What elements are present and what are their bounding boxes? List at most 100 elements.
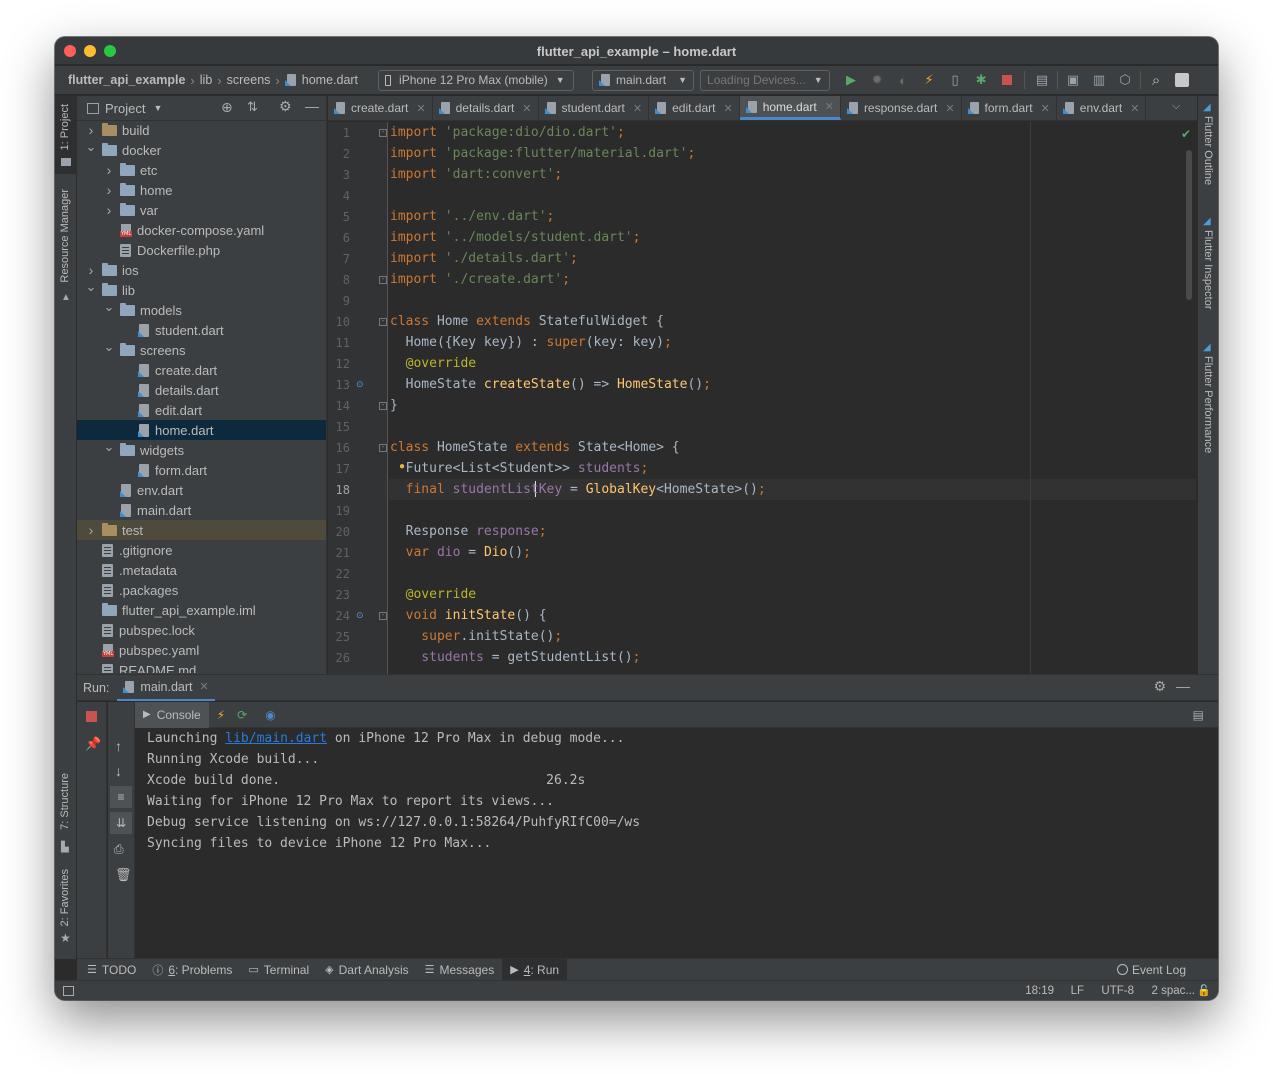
debug-bug-icon[interactable]: ✱: [968, 69, 994, 91]
tree-item[interactable]: › home: [77, 180, 326, 200]
tree-item[interactable]: ⌄ screens: [77, 339, 326, 360]
tree-item[interactable]: flutter_api_example.iml: [77, 600, 326, 620]
devtools-icon[interactable]: ◉: [265, 708, 275, 722]
soft-wrap-icon[interactable]: ≡: [110, 786, 132, 808]
close-icon[interactable]: ✕: [200, 680, 209, 693]
project-structure-icon[interactable]: ▤: [1029, 69, 1055, 91]
search-icon[interactable]: ⌕: [1143, 69, 1169, 91]
tree-item[interactable]: create.dart: [77, 360, 326, 380]
tree-item[interactable]: details.dart: [77, 380, 326, 400]
caret-position[interactable]: 18:19: [1025, 985, 1054, 997]
close-icon[interactable]: ✕: [1041, 102, 1050, 115]
chevron-down-icon[interactable]: ⌄: [103, 299, 115, 315]
project-tool-tab[interactable]: 1: Project: [55, 96, 77, 174]
hide-panel-icon[interactable]: —: [1176, 678, 1190, 694]
chevron-right-icon[interactable]: ›: [85, 262, 97, 278]
device-manager-icon[interactable]: ▥: [1086, 69, 1112, 91]
tree-item[interactable]: Dockerfile.php: [77, 240, 326, 260]
event-log-button[interactable]: Event Log: [1116, 963, 1186, 977]
tool-dartanalysis-button[interactable]: ◈ Dart Analysis: [317, 959, 417, 981]
tree-item[interactable]: README.md: [77, 660, 326, 673]
fold-marker-icon[interactable]: -: [379, 612, 387, 620]
override-marker-icon[interactable]: ⊙: [356, 610, 364, 621]
chevron-down-icon[interactable]: ⌄: [103, 439, 115, 455]
attach-debugger-button[interactable]: ◐: [890, 69, 916, 91]
close-icon[interactable]: ✕: [522, 102, 531, 115]
device-selector[interactable]: iPhone 12 Pro Max (mobile) ▼: [378, 69, 575, 91]
flutter-inspector-tab[interactable]: Flutter Inspector: [1202, 230, 1214, 309]
tab-response-dart[interactable]: response.dart ✕: [841, 96, 962, 120]
tree-item[interactable]: main.dart: [77, 500, 326, 520]
fold-marker-icon[interactable]: -: [379, 318, 387, 326]
pin-icon[interactable]: 📌: [85, 736, 101, 752]
chevron-right-icon[interactable]: ›: [103, 202, 115, 218]
chevron-down-icon[interactable]: ⌄: [85, 139, 97, 155]
toggle-tool-windows-icon[interactable]: [63, 985, 74, 996]
resource-manager-tab[interactable]: Resource Manager: [59, 189, 71, 283]
tree-item[interactable]: ⌄ docker: [77, 139, 326, 160]
flutter-outline-tab[interactable]: Flutter Outline: [1202, 116, 1214, 185]
tab-edit-dart[interactable]: edit.dart ✕: [649, 96, 740, 120]
sdk-manager-icon[interactable]: ⬡: [1112, 69, 1138, 91]
fold-marker-icon[interactable]: -: [379, 276, 387, 284]
hot-reload-icon[interactable]: ⚡: [217, 708, 225, 722]
indent-setting[interactable]: 2 spac...: [1152, 985, 1195, 997]
tab-env-dart[interactable]: env.dart ✕: [1057, 96, 1147, 120]
tree-item[interactable]: ⌄ models: [77, 299, 326, 320]
chevron-down-icon[interactable]: ⌄: [85, 279, 97, 295]
tree-item[interactable]: edit.dart: [77, 400, 326, 420]
chevron-down-icon[interactable]: ▼: [153, 103, 162, 113]
tree-item[interactable]: › ios: [77, 260, 326, 280]
tree-item[interactable]: › test: [77, 520, 326, 540]
close-icon[interactable]: ✕: [825, 100, 834, 113]
run-button[interactable]: ▶: [838, 69, 864, 91]
tree-item[interactable]: › etc: [77, 160, 326, 180]
favorites-tab[interactable]: 2: Favorites: [59, 869, 71, 926]
breadcrumb-project[interactable]: flutter_api_example: [68, 73, 185, 87]
tool-terminal-button[interactable]: ▭ Terminal: [240, 959, 317, 981]
tree-item[interactable]: .gitignore: [77, 540, 326, 560]
line-separator[interactable]: LF: [1071, 985, 1084, 997]
tree-item[interactable]: env.dart: [77, 480, 326, 500]
hide-panel-icon[interactable]: —: [305, 98, 319, 114]
stop-button[interactable]: [86, 711, 97, 722]
tree-item[interactable]: › build: [77, 121, 326, 140]
close-icon[interactable]: ✕: [1130, 102, 1139, 115]
tree-item[interactable]: pubspec.yaml: [77, 640, 326, 660]
flutter-performance-tab[interactable]: Flutter Performance: [1202, 356, 1214, 453]
tab-details-dart[interactable]: details.dart ✕: [433, 96, 539, 120]
gear-icon[interactable]: ⚙: [279, 98, 292, 115]
tree-item[interactable]: .metadata: [77, 560, 326, 580]
tree-item[interactable]: docker-compose.yaml: [77, 220, 326, 240]
hot-restart-icon[interactable]: ▯: [942, 69, 968, 91]
tool-todo-button[interactable]: ☰ TODO: [79, 959, 144, 981]
code-editor[interactable]: ● ✔ 1- import 'package:dio/dio.dart'; 2 imp…: [328, 122, 1196, 674]
close-icon[interactable]: ✕: [945, 102, 954, 115]
trash-icon[interactable]: 🗑: [115, 867, 132, 883]
tree-item[interactable]: › var: [77, 200, 326, 220]
arrow-down-icon[interactable]: ↓: [115, 763, 122, 779]
chevron-right-icon[interactable]: ›: [103, 162, 115, 178]
tree-item[interactable]: ⌄ widgets: [77, 439, 326, 460]
fold-marker-icon[interactable]: -: [379, 402, 387, 410]
breadcrumb-file[interactable]: home.dart: [302, 73, 358, 87]
project-view-title[interactable]: Project: [105, 101, 145, 116]
layout-icon[interactable]: ▤: [1193, 708, 1204, 722]
tree-item[interactable]: home.dart: [77, 420, 326, 440]
tree-item[interactable]: pubspec.lock: [77, 620, 326, 640]
hot-restart-icon[interactable]: ⟳: [237, 708, 247, 722]
run-config-selector[interactable]: main.dart ▼: [592, 69, 695, 91]
print-icon[interactable]: ⎙: [114, 842, 124, 857]
close-icon[interactable]: ✕: [416, 102, 425, 115]
avd-manager-icon[interactable]: ▣: [1060, 69, 1086, 91]
override-marker-icon[interactable]: ⊙: [356, 379, 364, 390]
run-config-tab[interactable]: main.dart ✕: [117, 675, 215, 701]
arrow-up-icon[interactable]: ↑: [115, 738, 122, 754]
tool-problems-button[interactable]: ⓘ 6: Problems: [144, 959, 240, 981]
chevron-right-icon[interactable]: ›: [85, 122, 97, 138]
tab-create-dart[interactable]: create.dart ✕: [328, 96, 433, 120]
tool-run-button[interactable]: ▶ 4: Run: [502, 958, 568, 981]
tree-item[interactable]: form.dart: [77, 460, 326, 480]
tree-item[interactable]: student.dart: [77, 320, 326, 340]
tab-overflow-chevron-down-icon[interactable]: ⌵: [1172, 100, 1180, 113]
